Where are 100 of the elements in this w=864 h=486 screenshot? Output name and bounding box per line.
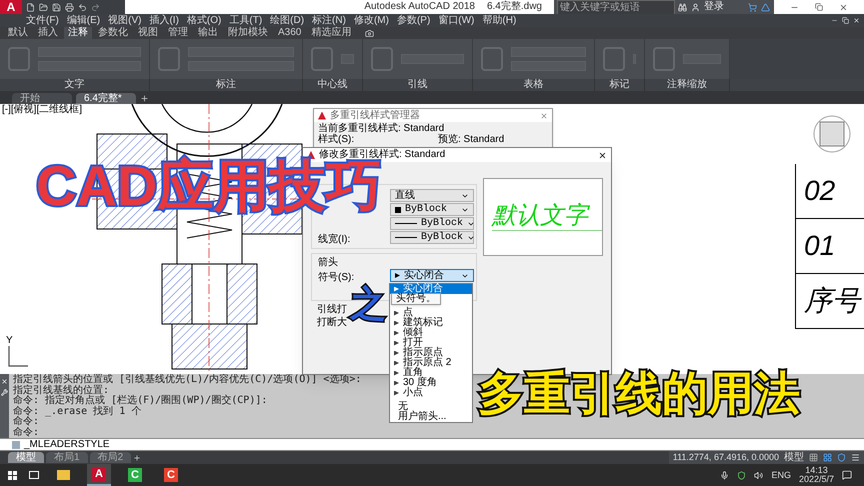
ribbon-tab[interactable]: 默认: [4, 27, 32, 39]
list-option[interactable]: 小点: [390, 388, 472, 398]
menu-item[interactable]: 编辑(E): [64, 16, 102, 26]
menu-item[interactable]: 参数(P): [394, 16, 432, 26]
ribbon-tab[interactable]: 附加模块: [224, 27, 272, 39]
triangle-icon[interactable]: [761, 2, 770, 12]
clock-date[interactable]: 2022/5/7: [798, 475, 834, 484]
language-indicator[interactable]: ENG: [771, 470, 791, 480]
file-tab[interactable]: 6.4完整*: [76, 93, 136, 104]
list-option[interactable]: 点: [390, 308, 472, 318]
notification-icon[interactable]: [842, 470, 852, 480]
line-sample-icon: [395, 223, 417, 224]
minimize-icon[interactable]: [831, 17, 838, 24]
windows-start-icon[interactable]: [8, 470, 17, 480]
menu-item[interactable]: 窗口(W): [436, 16, 476, 26]
menu-icon[interactable]: [851, 453, 860, 462]
taskbar-app[interactable]: A: [87, 464, 111, 486]
restore-icon[interactable]: [815, 3, 823, 11]
panel-label[interactable]: 注释缩放: [667, 80, 707, 90]
menu-item[interactable]: 绘图(D): [268, 16, 306, 26]
binoculars-icon[interactable]: [678, 2, 687, 12]
menu-item[interactable]: 文件(F): [24, 16, 61, 26]
panel-label[interactable]: 引线: [408, 80, 428, 90]
shield-icon[interactable]: [837, 453, 846, 462]
menu-item[interactable]: 插入(I): [147, 16, 181, 26]
command-input-field[interactable]: _MLEADERSTYLE: [0, 438, 864, 451]
menu-item[interactable]: 修改(M): [352, 16, 391, 26]
menu-item[interactable]: 格式(O): [184, 16, 224, 26]
menu-item[interactable]: 视图(V): [106, 16, 144, 26]
shield-icon[interactable]: [737, 470, 746, 480]
file-name: 6.4完整.dwg: [486, 2, 542, 12]
panel-label[interactable]: 标注: [216, 80, 236, 90]
dropdown-field[interactable]: 实心闭合: [390, 269, 474, 282]
field-label: 符号(S):: [318, 272, 354, 282]
list-option[interactable]: 实心闭合: [390, 284, 472, 294]
app-logo-icon: [318, 112, 326, 120]
coordinates[interactable]: 111.2774, 67.4916, 0.0000: [672, 453, 779, 462]
snap-icon[interactable]: [823, 453, 832, 462]
dropdown-field[interactable]: 直线: [390, 189, 474, 202]
ribbon-tab[interactable]: 精选应用: [307, 27, 356, 39]
search-field[interactable]: 键入关键字或短语: [558, 0, 674, 14]
model-space-button[interactable]: 模型: [784, 452, 804, 462]
folder-icon[interactable]: [39, 2, 48, 12]
current-style-text: 当前多重引线样式: Standard: [318, 124, 444, 134]
list-option[interactable]: 无: [390, 402, 472, 412]
microphone-icon[interactable]: [720, 470, 730, 480]
clock-time[interactable]: 14:13: [805, 466, 828, 475]
list-option[interactable]: 倾斜: [390, 328, 472, 338]
task-view-icon[interactable]: [29, 471, 39, 479]
add-layout-icon[interactable]: [133, 454, 142, 462]
list-option[interactable]: 建筑标记: [390, 318, 472, 328]
close-button[interactable]: [598, 150, 607, 160]
redo-icon[interactable]: [91, 2, 100, 12]
list-option[interactable]: 用户箭头...: [390, 412, 472, 422]
close-icon[interactable]: [839, 2, 848, 12]
menu-item[interactable]: 帮助(H): [480, 16, 518, 26]
list-option[interactable]: 打开: [390, 338, 472, 348]
camera-icon[interactable]: [365, 28, 374, 38]
undo-icon[interactable]: [78, 2, 87, 12]
preview-text: 默认文字: [492, 204, 591, 228]
title-block-text: 01: [796, 219, 864, 274]
menu-item[interactable]: 标注(N): [310, 16, 348, 26]
new-file-icon[interactable]: [26, 2, 35, 12]
ribbon-tab[interactable]: 参数化: [94, 27, 132, 39]
speaker-icon[interactable]: [754, 470, 764, 480]
grid-icon[interactable]: [809, 453, 818, 462]
taskbar-app[interactable]: C: [159, 464, 183, 486]
ribbon-tab[interactable]: A360: [274, 27, 306, 39]
list-option[interactable]: 指示原点: [390, 348, 472, 358]
ribbon-tab[interactable]: 输出: [194, 27, 222, 39]
ribbon-tab[interactable]: 视图: [134, 27, 162, 39]
dropdown-field[interactable]: ByBlock: [390, 217, 474, 230]
panel-label[interactable]: 文字: [64, 80, 84, 90]
wrench-icon[interactable]: [1, 389, 8, 396]
cart-icon[interactable]: [748, 2, 757, 12]
restore-icon[interactable]: [842, 17, 849, 24]
dropdown-field[interactable]: ByBlock: [390, 231, 474, 244]
file-tab[interactable]: 开始: [12, 93, 72, 104]
viewport-label[interactable]: [-][俯视][二维线框]: [2, 105, 82, 115]
app-logo[interactable]: A: [0, 0, 22, 14]
add-tab-icon[interactable]: [140, 94, 149, 103]
viewcube-icon[interactable]: [812, 114, 852, 154]
user-icon[interactable]: [691, 2, 700, 12]
dropdown-field[interactable]: ByBlock: [390, 203, 474, 216]
list-option[interactable]: 指示原点 2: [390, 358, 472, 368]
save-icon[interactable]: [52, 2, 61, 12]
print-icon[interactable]: [65, 2, 74, 12]
window-title: Autodesk AutoCAD 2018: [364, 2, 475, 12]
ribbon-tab[interactable]: 管理: [164, 27, 192, 39]
close-icon[interactable]: [540, 112, 548, 120]
ribbon-tab[interactable]: 插入: [34, 27, 62, 39]
menu-item[interactable]: 工具(T): [227, 16, 264, 26]
list-option[interactable]: 30 度角: [390, 378, 472, 388]
ribbon-tab[interactable]: 注释: [64, 27, 92, 39]
panel-label[interactable]: 中心线: [318, 80, 348, 90]
panel-label[interactable]: 表格: [524, 80, 544, 90]
command-history-line: 命令:: [13, 417, 40, 427]
panel-label[interactable]: 标记: [610, 80, 630, 90]
dropdown-value: 直线: [395, 190, 415, 200]
sign-in-link[interactable]: 登录: [704, 2, 744, 12]
